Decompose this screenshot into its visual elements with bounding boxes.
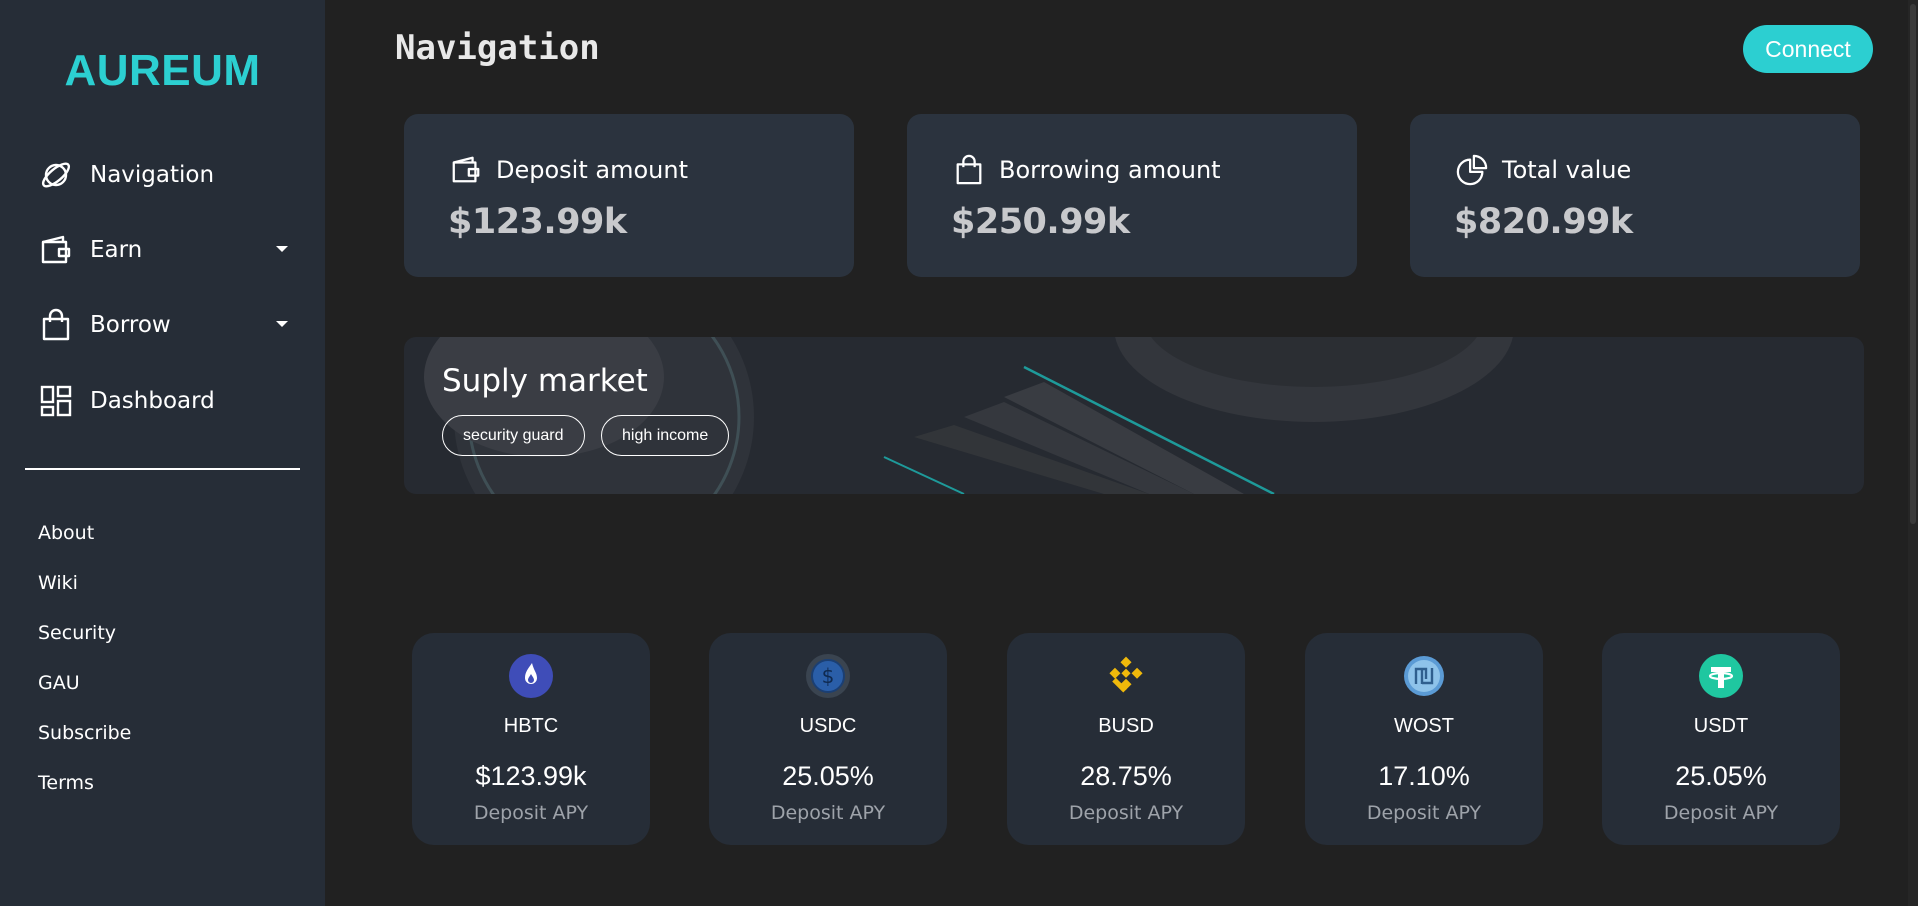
- sidebar-item-label: Dashboard: [90, 388, 215, 414]
- stat-title: Borrowing amount: [999, 156, 1221, 184]
- stat-value: $250.99k: [951, 202, 1130, 242]
- sidebar-item-dashboard[interactable]: Dashboard: [38, 379, 288, 423]
- planet-icon: [38, 157, 74, 193]
- asset-label: Deposit APY: [1068, 802, 1184, 824]
- usdc-coin-icon: $: [805, 653, 851, 699]
- asset-card-usdt[interactable]: USDT 25.05% Deposit APY: [1602, 633, 1840, 845]
- asset-symbol: HBTC: [503, 715, 559, 737]
- hbtc-coin-icon: [508, 653, 554, 699]
- stat-title: Deposit amount: [496, 156, 688, 184]
- shopping-bag-icon: [951, 152, 987, 188]
- stat-card-total: Total value $820.99k: [1410, 114, 1860, 277]
- asset-card-hbtc[interactable]: HBTC $123.99k Deposit APY: [412, 633, 650, 845]
- logo[interactable]: AUREUM: [0, 46, 325, 96]
- dashboard-icon: [38, 383, 74, 419]
- sidebar-link-terms[interactable]: Terms: [38, 772, 94, 794]
- sidebar-link-wiki[interactable]: Wiki: [38, 572, 78, 594]
- asset-value: 17.10%: [1378, 761, 1470, 791]
- busd-coin-icon: [1103, 653, 1149, 699]
- sidebar-link-subscribe[interactable]: Subscribe: [38, 722, 131, 744]
- asset-label: Deposit APY: [1663, 802, 1779, 824]
- shopping-bag-icon: [38, 307, 74, 343]
- stat-card-borrowing: Borrowing amount $250.99k: [907, 114, 1357, 277]
- stat-title: Total value: [1502, 156, 1632, 184]
- app-root: AUREUM Navigation Earn Borrow Dashboard …: [0, 0, 1918, 906]
- asset-symbol: USDT: [1693, 715, 1749, 737]
- stat-value: $123.99k: [448, 202, 627, 242]
- stat-value: $820.99k: [1454, 202, 1633, 242]
- pie-chart-icon: [1454, 152, 1490, 188]
- sidebar-item-borrow[interactable]: Borrow: [38, 303, 288, 347]
- sidebar-item-navigation[interactable]: Navigation: [38, 153, 288, 197]
- wallet-icon: [38, 232, 74, 268]
- sidebar-divider: [25, 468, 300, 470]
- asset-label: Deposit APY: [770, 802, 886, 824]
- sidebar-item-label: Borrow: [90, 312, 171, 338]
- sidebar: AUREUM Navigation Earn Borrow Dashboard …: [0, 0, 325, 906]
- sidebar-link-gau[interactable]: GAU: [38, 672, 80, 694]
- asset-symbol: WOST: [1394, 715, 1454, 737]
- asset-label: Deposit APY: [473, 802, 589, 824]
- asset-card-wost[interactable]: WOST 17.10% Deposit APY: [1305, 633, 1543, 845]
- asset-value: 28.75%: [1080, 761, 1172, 791]
- asset-value: 25.05%: [782, 761, 874, 791]
- asset-value: $123.99k: [475, 761, 587, 791]
- asset-symbol: USDC: [799, 715, 857, 737]
- page-title: Navigation: [395, 28, 600, 68]
- sidebar-link-security[interactable]: Security: [38, 622, 116, 644]
- sidebar-item-label: Navigation: [90, 162, 215, 188]
- stat-card-deposit: Deposit amount $123.99k: [404, 114, 854, 277]
- supply-market-banner: Suply market security guard high income: [404, 337, 1864, 494]
- asset-card-usdc[interactable]: $ USDC 25.05% Deposit APY: [709, 633, 947, 845]
- svg-text:$: $: [822, 664, 835, 688]
- banner-title: Suply market: [442, 363, 648, 399]
- sidebar-item-earn[interactable]: Earn: [38, 228, 288, 272]
- wallet-icon: [448, 152, 484, 188]
- scrollbar-thumb[interactable]: [1910, 4, 1916, 524]
- tag-security-guard[interactable]: security guard: [442, 415, 585, 456]
- asset-value: 25.05%: [1675, 761, 1767, 791]
- tag-high-income[interactable]: high income: [601, 415, 730, 456]
- asset-symbol: BUSD: [1098, 715, 1154, 737]
- asset-label: Deposit APY: [1366, 802, 1482, 824]
- usdt-coin-icon: [1698, 653, 1744, 699]
- sidebar-item-label: Earn: [90, 237, 143, 263]
- connect-button[interactable]: Connect: [1743, 25, 1873, 73]
- chevron-down-icon[interactable]: [276, 246, 288, 252]
- sidebar-link-about[interactable]: About: [38, 522, 94, 544]
- wost-coin-icon: [1401, 653, 1447, 699]
- chevron-down-icon[interactable]: [276, 321, 288, 327]
- asset-card-busd[interactable]: BUSD 28.75% Deposit APY: [1007, 633, 1245, 845]
